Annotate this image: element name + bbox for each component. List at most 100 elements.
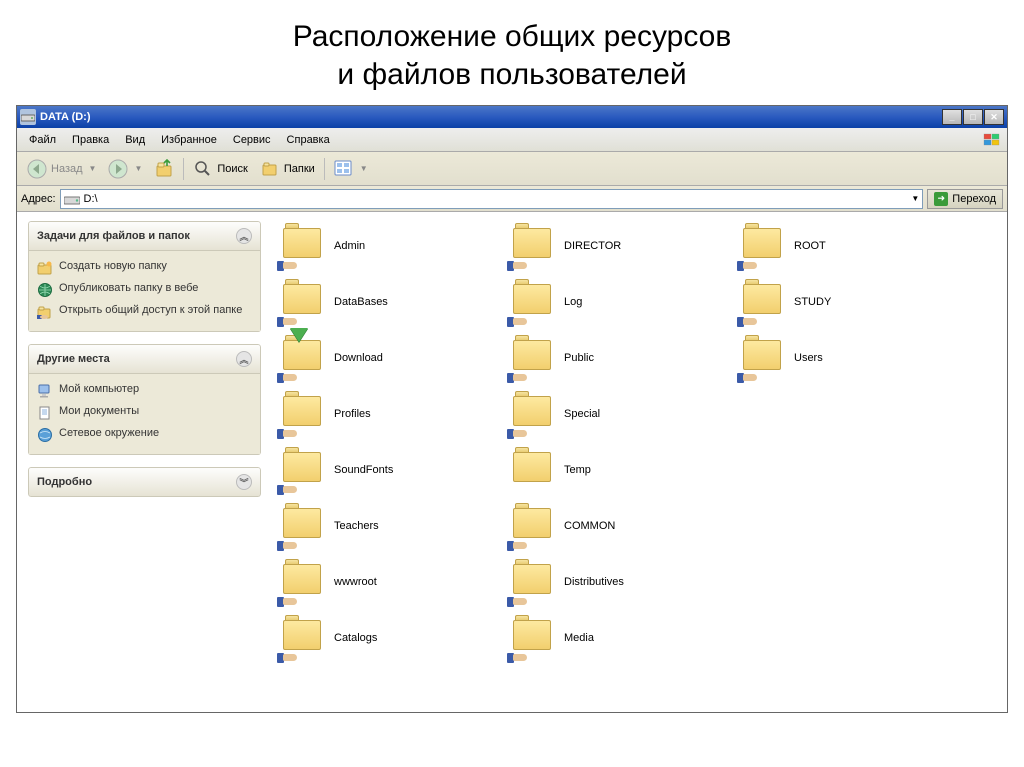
shared-hand-icon: [737, 259, 759, 271]
shared-hand-icon: [507, 595, 529, 607]
folders-button[interactable]: Папки: [254, 155, 321, 183]
shared-hand-icon: [277, 315, 299, 327]
folder-icon: [280, 280, 324, 324]
folder-icon: [280, 392, 324, 436]
folder-item[interactable]: Profiles: [276, 386, 506, 442]
menu-file[interactable]: Файл: [21, 131, 64, 149]
folder-item[interactable]: Special: [506, 386, 736, 442]
address-input[interactable]: D:\ ▼: [60, 189, 924, 209]
shared-hand-icon: [737, 371, 759, 383]
folder-item[interactable]: Catalogs: [276, 610, 506, 666]
toolbar: Назад ▼ ▼ Поиск Папки: [17, 152, 1007, 186]
close-button[interactable]: ✕: [984, 109, 1004, 125]
folder-item[interactable]: Public: [506, 330, 736, 386]
folder-icon: [280, 224, 324, 268]
task-share-folder[interactable]: Открыть общий доступ к этой папке: [37, 301, 252, 323]
places-box: Другие места ︽ Мой компьютер Мои: [27, 343, 262, 456]
maximize-button[interactable]: □: [963, 109, 983, 125]
folder-item[interactable]: COMMON: [506, 498, 736, 554]
collapse-icon: ︽: [236, 351, 252, 367]
back-button[interactable]: Назад ▼: [21, 155, 102, 183]
folder-item[interactable]: Temp: [506, 442, 736, 498]
minimize-button[interactable]: _: [942, 109, 962, 125]
folder-item[interactable]: Media: [506, 610, 736, 666]
folder-view[interactable]: Admin DataBasesDownloadProfiles SoundFonts…: [272, 212, 1007, 712]
folders-label: Папки: [284, 163, 315, 175]
shared-hand-icon: [507, 259, 529, 271]
folder-icon: [510, 616, 554, 660]
folder-item[interactable]: Download: [276, 330, 506, 386]
folder-icon: [510, 336, 554, 380]
menu-edit[interactable]: Правка: [64, 131, 117, 149]
task-publish-web[interactable]: Опубликовать папку в вебе: [37, 279, 252, 301]
folder-item[interactable]: Teachers: [276, 498, 506, 554]
back-dropdown-icon: ▼: [89, 164, 97, 173]
details-box: Подробно ︾: [27, 466, 262, 498]
download-overlay-icon: [290, 328, 308, 342]
details-title: Подробно: [37, 476, 92, 488]
folder-label: Teachers: [334, 520, 379, 532]
shared-hand-icon: [277, 595, 299, 607]
tasks-panel: Задачи для файлов и папок ︽ Создать нову…: [17, 212, 272, 712]
go-button[interactable]: ➜ Переход: [927, 189, 1003, 209]
share-folder-icon: [37, 304, 53, 320]
task-new-folder-label: Создать новую папку: [59, 260, 167, 272]
menu-view[interactable]: Вид: [117, 131, 153, 149]
folder-label: SoundFonts: [334, 464, 393, 476]
folder-item[interactable]: SoundFonts: [276, 442, 506, 498]
up-button[interactable]: [148, 155, 180, 183]
place-my-computer-label: Мой компьютер: [59, 383, 139, 395]
folder-icon: [280, 560, 324, 604]
folder-label: DIRECTOR: [564, 240, 621, 252]
place-my-documents-label: Мои документы: [59, 405, 139, 417]
tasks-title: Задачи для файлов и папок: [37, 230, 190, 242]
place-my-computer[interactable]: Мой компьютер: [37, 380, 252, 402]
place-my-documents[interactable]: Мои документы: [37, 402, 252, 424]
menu-help[interactable]: Справка: [279, 131, 338, 149]
folder-label: Catalogs: [334, 632, 377, 644]
folder-label: Admin: [334, 240, 365, 252]
folder-label: Temp: [564, 464, 591, 476]
folder-item[interactable]: Distributives: [506, 554, 736, 610]
places-header[interactable]: Другие места ︽: [28, 344, 261, 374]
task-new-folder[interactable]: Создать новую папку: [37, 257, 252, 279]
toolbar-separator: [183, 158, 184, 180]
back-icon: [27, 159, 47, 179]
folder-label: Log: [564, 296, 582, 308]
details-header[interactable]: Подробно ︾: [28, 467, 261, 497]
places-title: Другие места: [37, 353, 110, 365]
folder-item[interactable]: DIRECTOR: [506, 218, 736, 274]
toolbar-separator: [324, 158, 325, 180]
place-network[interactable]: Сетевое окружение: [37, 424, 252, 446]
shared-hand-icon: [277, 259, 299, 271]
folder-label: Users: [794, 352, 823, 364]
folder-label: Special: [564, 408, 600, 420]
folder-icon: [510, 280, 554, 324]
folder-item[interactable]: ROOT: [736, 218, 966, 274]
folder-icon: [510, 448, 554, 492]
folder-item[interactable]: wwwroot: [276, 554, 506, 610]
folder-label: COMMON: [564, 520, 615, 532]
tasks-header[interactable]: Задачи для файлов и папок ︽: [28, 221, 261, 251]
menu-tools[interactable]: Сервис: [225, 131, 279, 149]
views-button[interactable]: ▼: [328, 155, 374, 183]
folder-item[interactable]: Users: [736, 330, 966, 386]
folder-label: STUDY: [794, 296, 831, 308]
folder-item[interactable]: Log: [506, 274, 736, 330]
folder-item[interactable]: DataBases: [276, 274, 506, 330]
new-folder-icon: [37, 260, 53, 276]
up-folder-icon: [154, 159, 174, 179]
address-value: D:\: [84, 193, 906, 205]
folder-item[interactable]: STUDY: [736, 274, 966, 330]
folder-label: Public: [564, 352, 594, 364]
folder-item[interactable]: Admin: [276, 218, 506, 274]
shared-hand-icon: [737, 315, 759, 327]
address-dropdown-icon[interactable]: ▼: [911, 194, 919, 203]
folder-icon: [740, 280, 784, 324]
shared-hand-icon: [277, 539, 299, 551]
search-icon: [193, 159, 213, 179]
search-button[interactable]: Поиск: [187, 155, 253, 183]
menu-favorites[interactable]: Избранное: [153, 131, 225, 149]
folder-icon: [740, 336, 784, 380]
forward-button[interactable]: ▼: [102, 155, 148, 183]
